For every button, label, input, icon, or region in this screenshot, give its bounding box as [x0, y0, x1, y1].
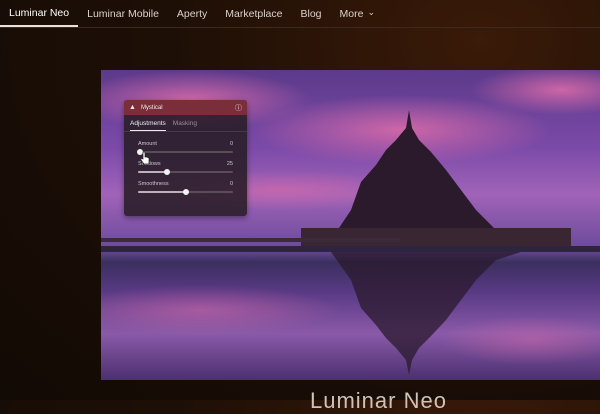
- info-icon[interactable]: ⓘ: [235, 103, 242, 113]
- nav-aperty[interactable]: Aperty: [168, 0, 216, 27]
- panel-tabs: Adjustments Masking: [124, 115, 247, 132]
- slider-label: Smoothness: [138, 181, 169, 187]
- nav-label: Luminar Mobile: [87, 7, 159, 20]
- nav-label: Blog: [300, 7, 322, 20]
- slider-track[interactable]: [138, 169, 233, 175]
- nav-label: Aperty: [176, 7, 208, 20]
- slider-smoothness[interactable]: Smoothness 0: [124, 181, 247, 195]
- tab-adjustments[interactable]: Adjustments: [130, 120, 166, 131]
- slider-value: 25: [226, 161, 233, 167]
- panel-header: ▲ Mystical ⓘ: [124, 100, 247, 115]
- slider-track[interactable]: [136, 149, 233, 155]
- slider-fill: [138, 191, 186, 193]
- nav-luminar-mobile[interactable]: Luminar Mobile: [78, 0, 168, 27]
- slider-thumb[interactable]: [182, 189, 189, 195]
- panel-title: Mystical: [140, 104, 163, 111]
- hand-cursor-icon: [140, 151, 150, 165]
- nav-label: Luminar Neo: [9, 6, 70, 19]
- nav-marketplace[interactable]: Marketplace: [216, 0, 291, 27]
- bottom-heading: Luminar Neo: [310, 388, 447, 413]
- top-nav: Luminar Neo Luminar Mobile Aperty Market…: [0, 0, 600, 28]
- slider-value: 0: [229, 181, 233, 187]
- nav-blog[interactable]: Blog: [291, 0, 330, 27]
- nav-label: Marketplace: [225, 7, 283, 20]
- nav-more[interactable]: More ⌄: [331, 0, 384, 27]
- drop-icon: ▲: [129, 104, 136, 111]
- slider-value: 0: [229, 141, 233, 147]
- nav-luminar-neo[interactable]: Luminar Neo: [0, 0, 79, 27]
- slider-track[interactable]: [138, 189, 233, 195]
- chevron-down-icon: ⌄: [367, 7, 375, 17]
- slider-label: Amount: [138, 141, 157, 147]
- nav-label: More: [339, 7, 364, 20]
- tab-masking[interactable]: Masking: [173, 120, 197, 131]
- slider-fill: [138, 171, 167, 173]
- slider-thumb[interactable]: [163, 169, 170, 175]
